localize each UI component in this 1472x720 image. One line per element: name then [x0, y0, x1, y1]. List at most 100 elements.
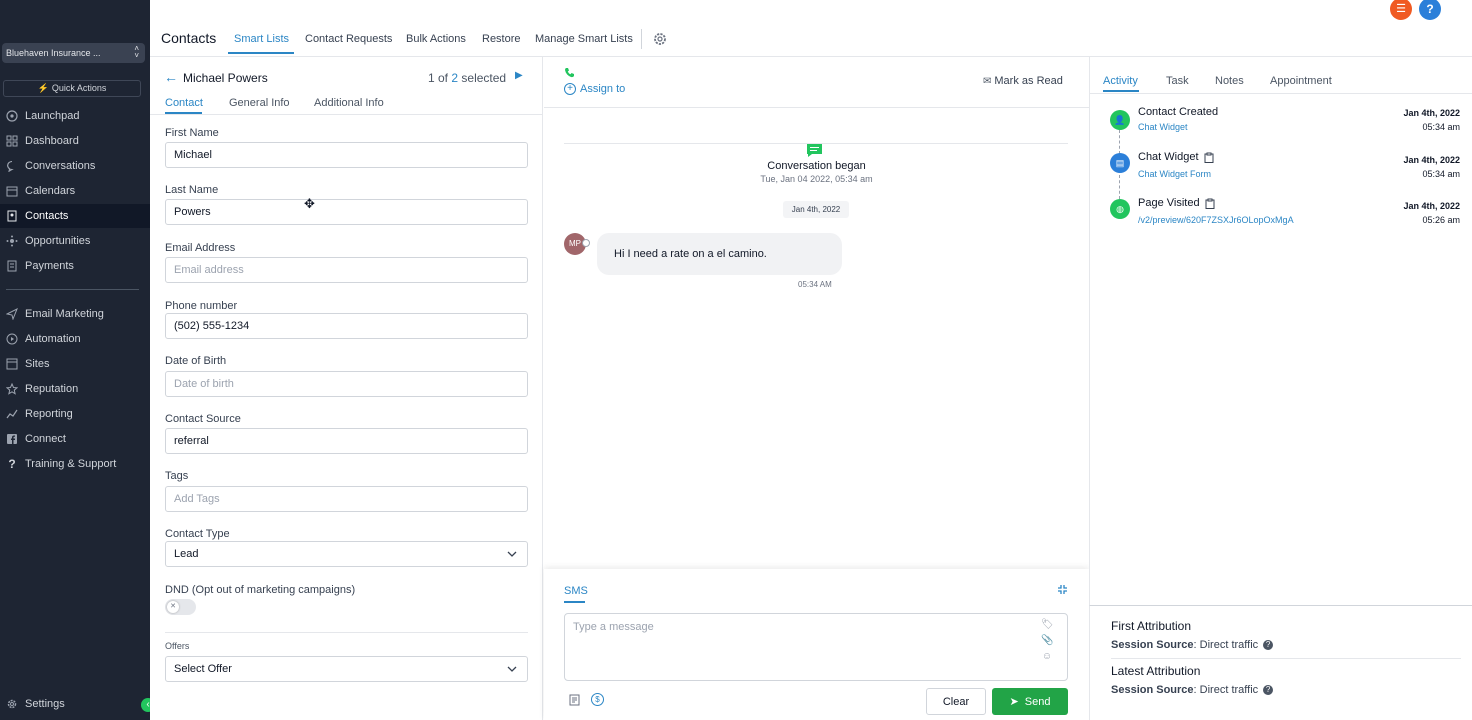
list-icon: ☰ [1396, 3, 1406, 15]
tab-bulk-actions[interactable]: Bulk Actions [406, 33, 466, 45]
tab-contact-requests[interactable]: Contact Requests [305, 33, 392, 45]
contact-source-field[interactable] [165, 428, 528, 454]
activity-panel: Activity Task Notes Appointment 👤 Contac… [1089, 57, 1472, 605]
tab-task[interactable]: Task [1166, 75, 1189, 87]
sidebar-item-label: Dashboard [25, 135, 79, 147]
pager-count[interactable]: 2 [451, 71, 458, 85]
assign-to-button[interactable]: + Assign to [564, 83, 625, 95]
tab-restore[interactable]: Restore [482, 33, 521, 45]
form-icon: ▤ [1110, 153, 1130, 173]
sidebar-item-calendars[interactable]: Calendars [0, 179, 150, 203]
tags-label: Tags [165, 470, 189, 482]
sidebar-item-label: Contacts [25, 210, 69, 222]
tags-field[interactable] [165, 486, 528, 512]
clipboard-icon[interactable] [1205, 198, 1215, 209]
settings-gear-icon[interactable] [653, 32, 667, 46]
help-icon[interactable]: ? [1263, 640, 1274, 650]
activity-date: Jan 4th, 2022 [1403, 201, 1460, 211]
tab-appointment[interactable]: Appointment [1270, 75, 1332, 87]
sidebar-item-dashboard[interactable]: Dashboard [0, 129, 150, 153]
notifications-button[interactable]: ☰ [1390, 0, 1412, 20]
sidebar-item-launchpad[interactable]: Launchpad [0, 104, 150, 128]
opportunities-icon [6, 235, 18, 247]
emoji-icon[interactable]: ☺ [1041, 651, 1053, 663]
send-icon [6, 308, 18, 320]
sidebar-item-contacts[interactable]: Contacts [0, 204, 150, 228]
offers-select[interactable]: Select Offer [165, 656, 528, 682]
move-cursor-icon: ✥ [304, 196, 315, 211]
phone-field[interactable] [165, 313, 528, 339]
next-contact-icon[interactable]: ▶ [515, 70, 523, 81]
selection-pager: 1 of 2 selected [428, 71, 506, 85]
back-arrow-icon[interactable]: ← [164, 69, 178, 85]
sidebar-item-settings[interactable]: Settings [0, 692, 150, 716]
tab-notes[interactable]: Notes [1215, 75, 1244, 87]
activity-time: 05:34 am [1422, 169, 1460, 179]
sidebar-item-label: Payments [25, 260, 74, 272]
dashboard-icon [6, 135, 18, 147]
activity-title: Chat Widget [1138, 151, 1214, 163]
tag-icon[interactable]: 🏷 [1041, 619, 1054, 631]
page-title: Contacts [161, 30, 217, 46]
account-name: Bluehaven Insurance ... [6, 48, 101, 58]
message-timestamp: 05:34 AM [798, 280, 832, 289]
dob-field[interactable] [165, 371, 528, 397]
tab-smart-lists[interactable]: Smart Lists [234, 33, 289, 45]
avatar: MP [564, 233, 590, 255]
sidebar-item-opportunities[interactable]: Opportunities [0, 229, 150, 253]
sidebar-item-training-support[interactable]: ? Training & Support [0, 452, 150, 476]
mark-as-read-button[interactable]: ✉ Mark as Read [983, 75, 1063, 87]
template-icon[interactable] [569, 694, 580, 706]
facebook-icon [6, 433, 18, 445]
contact-source-label: Contact Source [165, 413, 241, 425]
dnd-label: DND (Opt out of marketing campaigns) [165, 584, 356, 596]
clear-button[interactable]: Clear [926, 688, 986, 715]
sidebar-item-automation[interactable]: Automation [0, 327, 150, 351]
message-icon [807, 144, 822, 157]
send-button[interactable]: ➤ Send [992, 688, 1068, 715]
activity-source-link[interactable]: Chat Widget Form [1138, 169, 1211, 179]
plus-circle-icon: + [564, 83, 576, 95]
sidebar-item-email-marketing[interactable]: Email Marketing [0, 302, 150, 326]
divider [165, 632, 528, 633]
tab-activity[interactable]: Activity [1103, 75, 1138, 87]
tab-contact[interactable]: Contact [165, 97, 203, 109]
sidebar-item-label: Conversations [25, 160, 96, 172]
first-name-field[interactable] [165, 142, 528, 168]
payment-link-icon[interactable]: $ [591, 693, 604, 706]
email-label: Email Address [165, 242, 236, 254]
attachment-icon[interactable]: 📎 [1041, 635, 1053, 647]
help-button[interactable]: ? [1419, 0, 1441, 20]
compress-icon[interactable] [1057, 584, 1068, 595]
quick-actions-button[interactable]: ⚡ Quick Actions [3, 80, 141, 97]
sidebar-item-connect[interactable]: Connect [0, 427, 150, 451]
tab-general-info[interactable]: General Info [229, 97, 290, 109]
message-input[interactable] [564, 613, 1068, 681]
sidebar-item-label: Sites [25, 358, 50, 370]
clipboard-icon[interactable] [1204, 152, 1214, 163]
contact-type-value: Lead [174, 548, 199, 560]
email-field[interactable] [165, 257, 528, 283]
tab-manage-smart-lists[interactable]: Manage Smart Lists [535, 33, 633, 45]
tab-sms[interactable]: SMS [564, 585, 588, 597]
contact-created-icon: 👤 [1110, 110, 1130, 130]
activity-source-link[interactable]: Chat Widget [1138, 122, 1188, 132]
sidebar-item-reputation[interactable]: Reputation [0, 377, 150, 401]
phone-icon[interactable] [564, 67, 575, 78]
sidebar-item-reporting[interactable]: Reporting [0, 402, 150, 426]
mark-read-label: Mark as Read [994, 75, 1063, 87]
contact-type-select[interactable]: Lead [165, 541, 528, 567]
account-switcher[interactable]: Bluehaven Insurance ... ˄ ˅ [2, 43, 145, 63]
help-icon[interactable]: ? [1263, 685, 1274, 695]
last-name-field[interactable] [165, 199, 528, 225]
sidebar-item-payments[interactable]: Payments [0, 254, 150, 278]
latest-attribution-title: Latest Attribution [1111, 664, 1201, 678]
active-tab-indicator [228, 52, 294, 54]
send-label: Send [1024, 695, 1051, 708]
tab-additional-info[interactable]: Additional Info [314, 97, 384, 109]
sidebar-item-sites[interactable]: Sites [0, 352, 150, 376]
sidebar-item-conversations[interactable]: Conversations [0, 154, 150, 178]
gear-icon [6, 698, 18, 710]
activity-source-link[interactable]: /v2/preview/620F7ZSXJr6OLopOxMgA [1138, 215, 1294, 225]
dnd-toggle[interactable]: ✕ [165, 599, 196, 615]
